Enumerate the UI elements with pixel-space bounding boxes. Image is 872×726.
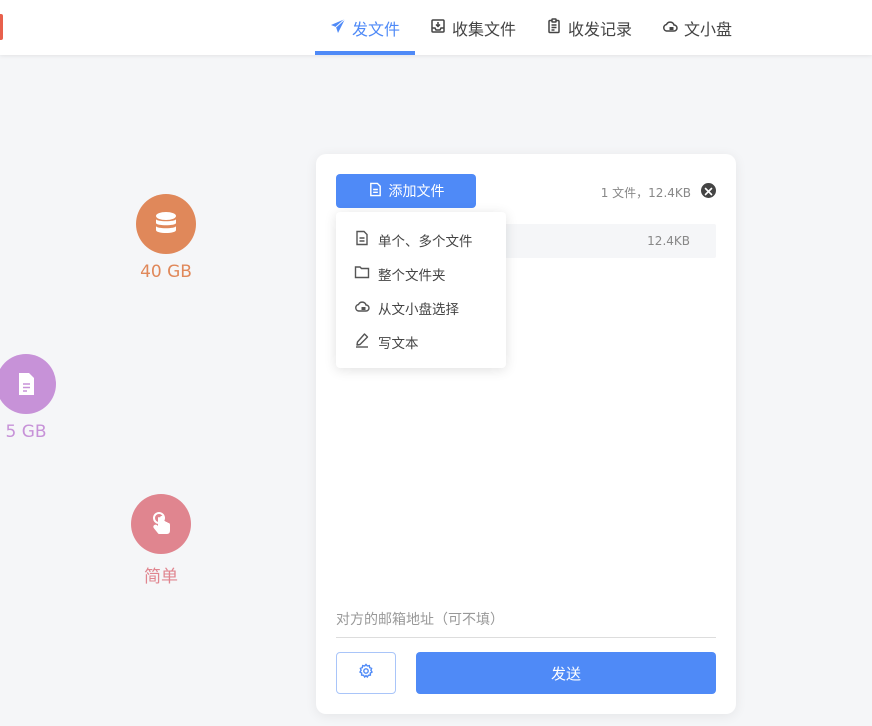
menu-item-cloud-drive[interactable]: 从文小盘选择 xyxy=(336,291,506,325)
tab-collect-files[interactable]: 收集文件 xyxy=(430,0,516,55)
email-input[interactable] xyxy=(336,602,716,638)
menu-item-files[interactable]: 单个、多个文件 xyxy=(336,223,506,257)
gear-icon xyxy=(358,663,374,683)
inbox-icon xyxy=(430,18,446,38)
pointer-hand-icon xyxy=(131,494,191,554)
tab-send-file[interactable]: 发文件 xyxy=(315,0,415,55)
add-file-button[interactable]: 添加文件 xyxy=(336,174,476,208)
tab-label: 收发记录 xyxy=(568,19,633,39)
tab-records[interactable]: 收发记录 xyxy=(546,0,632,55)
clipboard-icon xyxy=(546,17,562,38)
menu-item-label: 整个文件夹 xyxy=(378,268,446,284)
database-icon xyxy=(136,194,196,254)
nav-tabs: 发文件 收集文件 收发记录 文小盘 xyxy=(315,0,732,55)
tab-label: 文小盘 xyxy=(684,19,733,39)
file-icon xyxy=(0,354,56,414)
settings-button[interactable] xyxy=(336,652,396,694)
pen-icon xyxy=(354,332,370,352)
add-file-menu: 单个、多个文件 整个文件夹 从文小盘选择 写文本 xyxy=(336,212,506,368)
menu-item-folder[interactable]: 整个文件夹 xyxy=(336,257,506,291)
tab-label: 收集文件 xyxy=(452,19,517,39)
logo[interactable] xyxy=(0,14,3,40)
close-icon xyxy=(704,181,713,200)
tab-label: 发文件 xyxy=(351,19,400,39)
feature-caption: 40 GB xyxy=(140,262,192,282)
cloud-icon xyxy=(662,18,678,38)
feature-simple: 简单 xyxy=(116,494,206,587)
feature-storage: 40 GB xyxy=(121,194,211,282)
feature-file-size: 5 GB xyxy=(0,354,71,442)
feature-caption: 简单 xyxy=(144,567,178,587)
file-icon xyxy=(368,182,383,201)
file-icon xyxy=(354,230,370,250)
menu-item-label: 从文小盘选择 xyxy=(378,302,459,318)
folder-icon xyxy=(354,264,370,284)
menu-item-label: 写文本 xyxy=(378,336,419,352)
tab-cloud-drive[interactable]: 文小盘 xyxy=(662,0,732,55)
top-navbar: 发文件 收集文件 收发记录 文小盘 xyxy=(0,0,872,55)
file-size: 12.4KB xyxy=(647,234,690,248)
send-button[interactable]: 发送 xyxy=(416,652,716,694)
file-summary: 1 文件，12.4KB xyxy=(600,186,691,200)
feature-caption: 5 GB xyxy=(5,422,47,442)
menu-item-write-text[interactable]: 写文本 xyxy=(336,325,506,359)
cloud-icon xyxy=(354,298,370,318)
clear-files-button[interactable] xyxy=(701,183,716,198)
add-file-label: 添加文件 xyxy=(388,184,445,200)
menu-item-label: 单个、多个文件 xyxy=(378,234,473,250)
send-icon xyxy=(330,18,346,38)
